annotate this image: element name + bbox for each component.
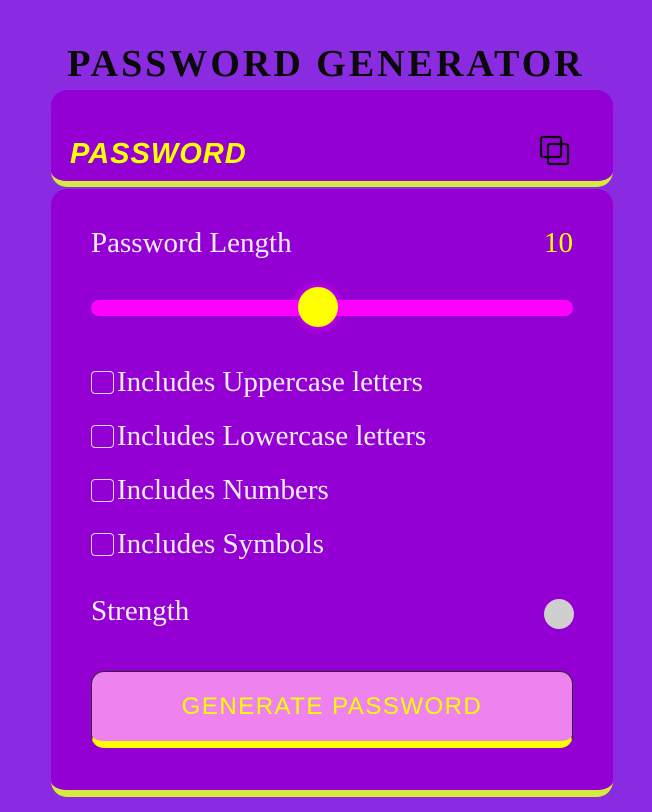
uppercase-checkbox[interactable] (91, 370, 114, 394)
settings-panel: Password Length 10 Includes Uppercase le… (51, 189, 613, 797)
option-symbols[interactable]: Includes Symbols (91, 527, 325, 560)
strength-label: Strength (91, 595, 190, 627)
length-slider-thumb[interactable] (297, 287, 338, 327)
option-numbers[interactable]: Includes Numbers (91, 473, 329, 506)
lowercase-label: Includes Lowercase letters (117, 419, 427, 452)
app-title: PASSWORD GENERATOR (67, 43, 585, 85)
numbers-checkbox[interactable] (91, 478, 114, 502)
generate-password-button[interactable]: GENERATE PASSWORD (91, 671, 573, 748)
copy-icon[interactable] (538, 134, 572, 168)
option-uppercase[interactable]: Includes Uppercase letters (91, 365, 423, 398)
lowercase-checkbox[interactable] (91, 424, 114, 448)
password-length-label: Password Length (91, 227, 292, 259)
password-display: PASSWORD (51, 90, 613, 187)
uppercase-label: Includes Uppercase letters (117, 365, 423, 398)
strength-indicator (544, 599, 574, 629)
option-lowercase[interactable]: Includes Lowercase letters (91, 419, 427, 452)
password-length-value: 10 (544, 227, 573, 259)
symbols-checkbox[interactable] (91, 532, 114, 556)
numbers-label: Includes Numbers (117, 473, 329, 506)
password-text: PASSWORD (70, 138, 247, 170)
symbols-label: Includes Symbols (117, 527, 325, 560)
